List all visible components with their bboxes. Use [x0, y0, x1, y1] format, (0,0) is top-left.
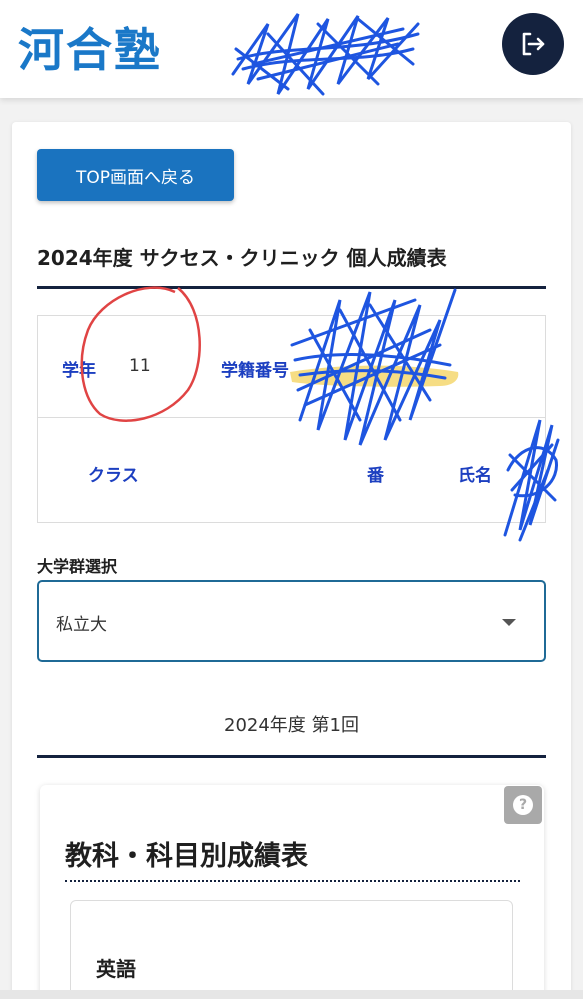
- logout-button[interactable]: [502, 13, 564, 75]
- student-id-label: 学籍番号: [221, 361, 289, 381]
- redaction-scribble: [231, 13, 420, 96]
- name-label: 氏名: [458, 466, 492, 486]
- grade-label: 学年: [62, 361, 96, 381]
- selected-university-group: 私立大: [56, 615, 107, 635]
- help-button[interactable]: ?: [504, 786, 542, 824]
- university-group-select[interactable]: 私立大: [37, 580, 546, 662]
- section-title-underline: [65, 880, 520, 882]
- exam-divider: [37, 755, 546, 758]
- number-label: 番: [367, 466, 384, 486]
- student-info-table: [37, 315, 546, 523]
- subject-card: [70, 900, 513, 999]
- exam-session-label: 2024年度 第1回: [224, 715, 359, 736]
- university-group-label: 大学群選択: [37, 557, 118, 576]
- bottom-edge: [0, 990, 583, 999]
- help-icon: ?: [513, 795, 533, 815]
- logout-icon: [522, 32, 545, 56]
- grade-value: 11: [129, 356, 151, 376]
- subject-name: 英語: [96, 957, 136, 981]
- kawaijuku-logo: 河合塾: [18, 23, 162, 77]
- dropdown-arrow-icon: [502, 619, 516, 626]
- student-info-divider: [38, 417, 545, 418]
- report-title: 2024年度 サクセス・クリニック 個人成績表: [37, 246, 447, 270]
- title-divider: [37, 286, 546, 289]
- app-header: 河合塾: [0, 0, 583, 98]
- section-title: 教科・科目別成績表: [65, 841, 308, 872]
- class-label: クラス: [88, 466, 139, 486]
- back-to-top-button[interactable]: TOP画面へ戻る: [37, 149, 234, 201]
